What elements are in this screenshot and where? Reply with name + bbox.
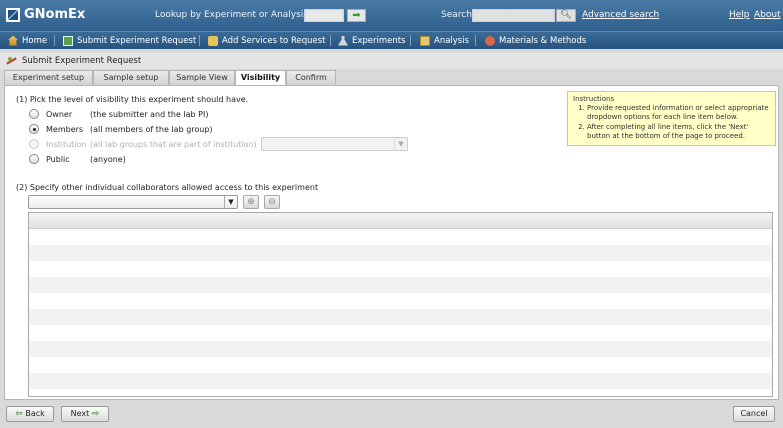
grid-row	[29, 229, 772, 245]
flask-icon	[338, 35, 348, 46]
nav-divider	[199, 35, 200, 46]
nav-divider	[410, 35, 411, 46]
arrow-left-icon: ⇦	[15, 409, 23, 419]
magnifier-icon: 🔍︎	[560, 10, 572, 20]
chevron-down-icon: ▼	[394, 138, 407, 150]
grid-row	[29, 373, 772, 389]
gnomex-logo-icon	[6, 7, 20, 22]
nav-divider	[475, 35, 476, 46]
footer-bar: ⇦ Back Next ⇨ Cancel	[0, 402, 783, 428]
materials-icon	[485, 35, 495, 46]
minus-icon: ⊖	[268, 197, 276, 207]
help-link[interactable]: Help	[729, 10, 750, 20]
nav-add-services-label: Add Services to Request	[222, 35, 326, 46]
nav-materials-methods[interactable]: Materials & Methods	[485, 32, 586, 49]
nav-experiments-label: Experiments	[352, 35, 406, 46]
instructions-list: Provide requested information or select …	[587, 104, 770, 141]
tab-sample-view[interactable]: Sample View	[169, 70, 235, 85]
tab-visibility[interactable]: Visibility	[235, 70, 286, 86]
radio-owner-label: Owner	[46, 109, 73, 119]
radio-public-label: Public	[46, 154, 70, 164]
nav-divider	[330, 35, 331, 46]
panel-header: Submit Experiment Request	[0, 53, 783, 69]
radio-public-desc: (anyone)	[90, 154, 126, 164]
nav-experiments[interactable]: Experiments	[338, 32, 406, 49]
radio-button[interactable]	[29, 154, 39, 164]
radio-institution: Institution (all lab groups that are par…	[29, 138, 257, 150]
radio-institution-desc: (all lab groups that are part of institu…	[90, 139, 257, 149]
grid-row	[29, 293, 772, 309]
next-button-label: Next	[70, 409, 90, 418]
instructions-box: Instructions Provide requested informati…	[567, 91, 776, 146]
nav-submit-experiment[interactable]: Submit Experiment Request	[63, 32, 196, 49]
radio-members[interactable]: Members (all members of the lab group)	[29, 123, 213, 135]
grid-row	[29, 277, 772, 293]
next-button[interactable]: Next ⇨	[61, 406, 109, 422]
nav-add-services[interactable]: Add Services to Request	[208, 32, 325, 49]
search-button[interactable]: 🔍︎	[556, 9, 576, 22]
lookup-input[interactable]	[304, 9, 344, 22]
collaborator-select[interactable]: ▼	[28, 195, 238, 209]
search-input[interactable]	[472, 9, 555, 22]
nav-analysis[interactable]: Analysis	[420, 32, 469, 49]
grid-row	[29, 357, 772, 373]
app-header: GNomEx Lookup by Experiment or Analysis …	[0, 0, 783, 31]
tab-sample-setup[interactable]: Sample setup	[93, 70, 169, 85]
radio-members-desc: (all members of the lab group)	[90, 124, 213, 134]
instructions-title: Instructions	[573, 95, 615, 103]
about-link[interactable]: About	[754, 10, 781, 20]
search-label: Search	[441, 10, 472, 20]
radio-members-label: Members	[46, 124, 84, 134]
arrow-right-icon: ➡	[352, 10, 361, 21]
collaborators-question: (2) Specify other individual collaborato…	[16, 183, 319, 192]
nav-home[interactable]: Home	[8, 32, 47, 49]
nav-analysis-label: Analysis	[434, 35, 470, 46]
submit-icon	[63, 35, 73, 46]
submit-request-icon	[6, 56, 17, 66]
tab-experiment-setup[interactable]: Experiment setup	[4, 70, 93, 85]
grid-header	[29, 213, 772, 229]
home-icon	[8, 35, 18, 46]
services-icon	[208, 35, 218, 46]
nav-materials-label: Materials & Methods	[499, 35, 587, 46]
tab-confirm[interactable]: Confirm	[286, 70, 336, 85]
instruction-item: After completing all line items, click t…	[587, 123, 770, 141]
collaborators-grid[interactable]	[28, 212, 773, 397]
nav-divider	[54, 35, 55, 46]
plus-icon: ⊕	[247, 197, 255, 207]
analysis-icon	[420, 35, 430, 46]
grid-row	[29, 325, 772, 341]
app-logo[interactable]: GNomEx	[6, 7, 85, 22]
visibility-question: (1) Pick the level of visibility this ex…	[16, 95, 249, 104]
grid-row	[29, 261, 772, 277]
grid-row	[29, 341, 772, 357]
radio-button-selected[interactable]	[29, 124, 39, 134]
nav-home-label: Home	[22, 35, 48, 46]
radio-owner-desc: (the submitter and the lab PI)	[90, 109, 209, 119]
radio-button-disabled	[29, 139, 39, 149]
chevron-down-icon: ▼	[224, 196, 237, 208]
radio-public[interactable]: Public (anyone)	[29, 153, 126, 165]
radio-owner[interactable]: Owner (the submitter and the lab PI)	[29, 108, 208, 120]
cancel-button[interactable]: Cancel	[733, 406, 775, 422]
institution-select: ▼	[261, 137, 408, 151]
add-collaborator-button[interactable]: ⊕	[243, 195, 259, 209]
panel-title: Submit Experiment Request	[22, 56, 142, 66]
remove-collaborator-button[interactable]: ⊖	[264, 195, 280, 209]
lookup-go-button[interactable]: ➡	[347, 9, 366, 22]
grid-row	[29, 309, 772, 325]
instruction-item: Provide requested information or select …	[587, 104, 770, 122]
arrow-right-icon: ⇨	[91, 409, 100, 419]
advanced-search-link[interactable]: Advanced search	[582, 10, 659, 20]
grid-row	[29, 245, 772, 261]
radio-button[interactable]	[29, 109, 39, 119]
lookup-label: Lookup by Experiment or Analysis #	[155, 10, 319, 20]
app-name: GNomEx	[24, 7, 86, 22]
nav-submit-label: Submit Experiment Request	[77, 35, 197, 46]
main-nav: Home Submit Experiment Request Add Servi…	[0, 31, 783, 49]
radio-institution-label: Institution	[46, 139, 87, 149]
visibility-panel: (1) Pick the level of visibility this ex…	[4, 85, 779, 400]
back-button[interactable]: ⇦ Back	[6, 406, 54, 422]
back-button-label: Back	[25, 409, 45, 418]
